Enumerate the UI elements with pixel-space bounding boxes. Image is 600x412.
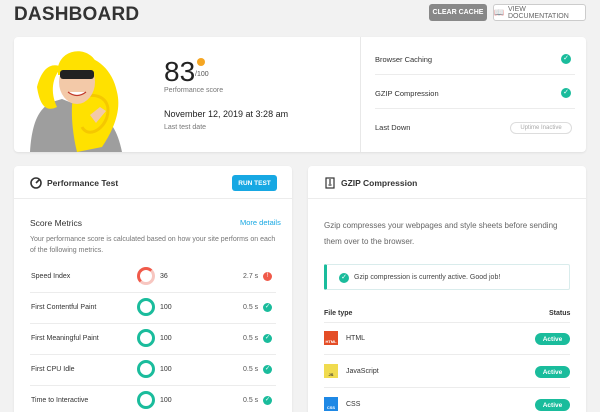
gzip-compression-card: GZIP Compression Gzip compresses your we… xyxy=(308,166,586,412)
gzip-compression-title: GZIP Compression xyxy=(341,178,418,188)
view-documentation-label: VIEW DOCUMENTATION xyxy=(507,5,569,20)
metric-row: Time to Interactive 100 0.5 s ✓ xyxy=(30,387,276,412)
page-title: DASHBOARD xyxy=(14,4,140,25)
gzip-active-notice: ✓ Gzip compression is currently active. … xyxy=(324,264,570,290)
score-label: Performance score xyxy=(164,87,224,94)
compress-file-icon xyxy=(325,177,335,189)
summary-card: 83 /100 Performance score November 12, 2… xyxy=(14,37,586,152)
performance-score: 83 xyxy=(164,56,196,87)
more-details-link[interactable]: More details xyxy=(240,218,281,227)
metric-time: 0.5 s xyxy=(243,335,259,342)
file-type-name: HTML xyxy=(346,335,366,342)
book-icon: 📖 xyxy=(494,8,504,17)
browser-caching-label: Browser Caching xyxy=(375,55,433,64)
row-divider xyxy=(375,74,575,75)
metric-score-ring xyxy=(137,329,155,347)
gzip-compression-check-icon: ✓ xyxy=(561,88,571,98)
last-down-label: Last Down xyxy=(375,123,411,132)
score-indicator-dot xyxy=(197,58,205,66)
metric-score: 100 xyxy=(160,304,172,311)
gzip-compression-header: GZIP Compression xyxy=(308,166,586,199)
notice-check-icon: ✓ xyxy=(339,273,349,283)
metric-score-ring xyxy=(137,360,155,378)
metric-name: First CPU Idle xyxy=(31,366,75,373)
status-active-badge: Active xyxy=(535,399,570,411)
file-type-name: JavaScript xyxy=(346,368,379,375)
metric-name: First Contentful Paint xyxy=(31,304,97,311)
metric-score: 36 xyxy=(160,273,168,280)
gzip-description: Gzip compresses your webpages and style … xyxy=(324,221,558,246)
metric-row: Speed Index 36 2.7 s! xyxy=(30,263,276,293)
file-type-row: CSS CSS Active xyxy=(324,389,570,412)
check-icon: ✓ xyxy=(263,396,272,405)
css-file-icon: CSS xyxy=(324,397,338,411)
gzip-compression-label: GZIP Compression xyxy=(375,89,439,98)
warning-icon: ! xyxy=(263,272,272,281)
file-type-column-header: File type xyxy=(324,310,353,317)
check-icon: ✓ xyxy=(263,303,272,312)
metric-time: 0.5 s xyxy=(243,397,259,404)
status-active-badge: Active xyxy=(535,333,570,345)
metric-row: First Contentful Paint 100 0.5 s ✓ xyxy=(30,294,276,324)
score-max: /100 xyxy=(195,71,209,78)
metric-score: 100 xyxy=(160,366,172,373)
row-divider xyxy=(375,108,575,109)
mascot-illustration xyxy=(30,51,122,152)
file-type-row: HTML HTML Active xyxy=(324,323,570,355)
check-icon: ✓ xyxy=(263,334,272,343)
uptime-inactive-badge[interactable]: Uptime Inactive xyxy=(510,122,572,134)
status-column-header: Status xyxy=(549,310,571,317)
metric-score: 100 xyxy=(160,397,172,404)
browser-caching-check-icon: ✓ xyxy=(561,54,571,64)
metric-score-ring xyxy=(137,298,155,316)
score-metrics-title: Score Metrics xyxy=(30,218,82,228)
html-file-icon: HTML xyxy=(324,331,338,345)
file-type-row: JS JavaScript Active xyxy=(324,356,570,388)
performance-test-header: Performance Test RUN TEST xyxy=(14,166,292,199)
metric-time: 0.5 s xyxy=(243,366,259,373)
performance-test-title: Performance Test xyxy=(47,178,119,188)
check-icon: ✓ xyxy=(263,365,272,374)
gzip-notice-text: Gzip compression is currently active. Go… xyxy=(354,274,501,281)
performance-test-card: Performance Test RUN TEST Score Metrics … xyxy=(14,166,292,412)
last-test-date-label: Last test date xyxy=(164,124,207,131)
metric-time: 2.7 s xyxy=(243,273,259,280)
view-documentation-button[interactable]: 📖 VIEW DOCUMENTATION xyxy=(493,4,586,21)
file-type-name: CSS xyxy=(346,401,361,408)
metric-row: First Meaningful Paint 100 0.5 s ✓ xyxy=(30,325,276,355)
metric-name: Time to Interactive xyxy=(31,397,89,404)
metric-score-ring xyxy=(137,267,155,285)
metric-name: First Meaningful Paint xyxy=(31,335,99,342)
metric-score: 100 xyxy=(160,335,172,342)
metric-time: 0.5 s xyxy=(243,304,259,311)
run-test-button[interactable]: RUN TEST xyxy=(232,175,277,191)
last-test-date: November 12, 2019 at 3:28 am xyxy=(164,109,289,119)
divider xyxy=(360,37,361,152)
gauge-icon xyxy=(30,177,42,189)
score-metrics-description: Your performance score is calculated bas… xyxy=(30,236,276,254)
clear-cache-button[interactable]: CLEAR CACHE xyxy=(429,4,487,21)
metric-name: Speed Index xyxy=(31,273,71,280)
status-active-badge: Active xyxy=(535,366,570,378)
metric-score-ring xyxy=(137,391,155,409)
js-file-icon: JS xyxy=(324,364,338,378)
metric-row: First CPU Idle 100 0.5 s ✓ xyxy=(30,356,276,386)
